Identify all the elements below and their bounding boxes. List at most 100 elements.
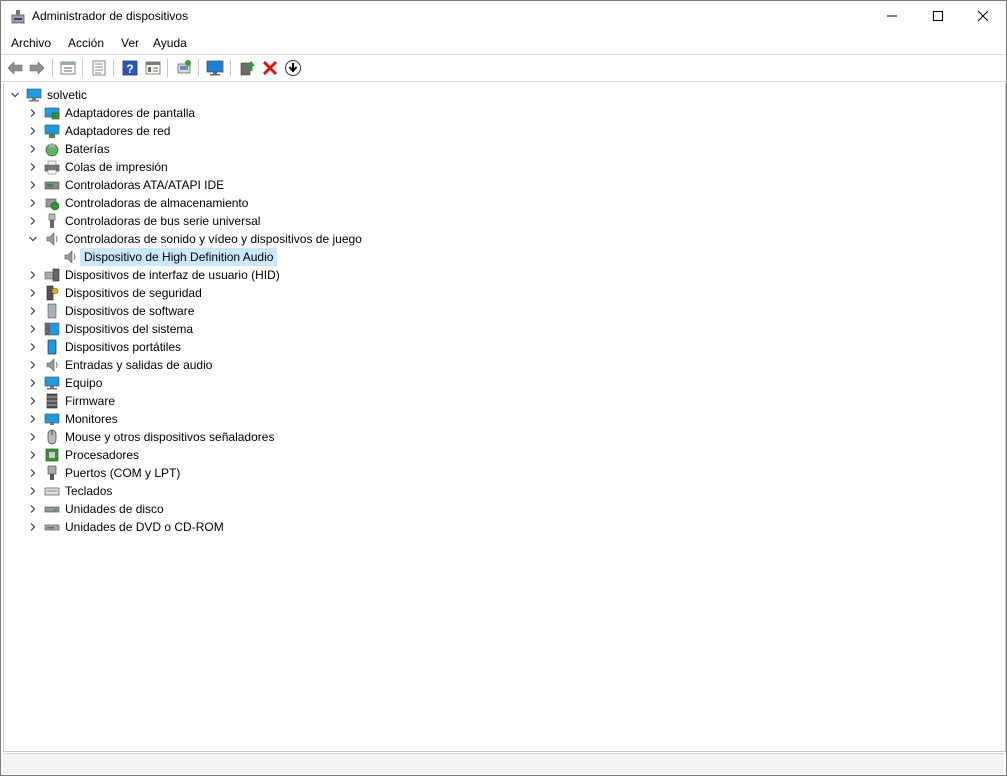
toolbar-separator bbox=[167, 59, 168, 77]
chevron-down-icon[interactable] bbox=[28, 234, 38, 244]
toolbar-separator bbox=[82, 59, 83, 77]
chevron-right-icon[interactable] bbox=[28, 504, 38, 514]
chevron-right-icon[interactable] bbox=[28, 144, 38, 154]
tree-node-label: Controladoras de almacenamiento bbox=[65, 196, 249, 210]
title-bar[interactable]: Administrador de dispositivos bbox=[1, 1, 1006, 31]
menu-ayuda[interactable]: Ayuda bbox=[153, 36, 187, 50]
processor-icon bbox=[45, 448, 59, 462]
device-tree[interactable]: solvetic Adaptadores de pantalla Adaptador… bbox=[3, 83, 1006, 752]
back-arrow-icon[interactable] bbox=[6, 59, 24, 77]
tree-node-label: Unidades de disco bbox=[65, 502, 164, 516]
properties-view-icon[interactable] bbox=[59, 59, 77, 77]
dvd-drive-icon bbox=[44, 524, 60, 531]
portable-device-icon bbox=[47, 339, 57, 355]
battery-icon bbox=[45, 143, 59, 157]
tree-node-label: Baterías bbox=[65, 142, 110, 156]
chevron-right-icon[interactable] bbox=[28, 360, 38, 370]
display-adapter-icon bbox=[44, 107, 60, 120]
toolbar-separator bbox=[198, 59, 199, 77]
chevron-right-icon[interactable] bbox=[28, 396, 38, 406]
system-device-icon bbox=[44, 322, 60, 336]
update-driver-icon[interactable] bbox=[238, 59, 256, 77]
toolbar: ? bbox=[1, 54, 1006, 82]
tree-node-label: Controladoras de bus serie universal bbox=[65, 214, 261, 228]
chevron-right-icon[interactable] bbox=[28, 468, 38, 478]
ide-controller-icon bbox=[44, 181, 60, 190]
chevron-right-icon[interactable] bbox=[28, 288, 38, 298]
chevron-right-icon[interactable] bbox=[28, 342, 38, 352]
printer-icon bbox=[44, 160, 60, 175]
speaker-icon bbox=[46, 358, 58, 372]
chevron-right-icon[interactable] bbox=[28, 486, 38, 496]
help-icon[interactable]: ? bbox=[121, 59, 139, 77]
computer-icon bbox=[26, 88, 42, 102]
software-device-icon bbox=[47, 303, 57, 319]
maximize-button[interactable] bbox=[915, 1, 961, 31]
chevron-right-icon[interactable] bbox=[28, 126, 38, 136]
status-bar bbox=[3, 753, 1004, 774]
forward-arrow-icon[interactable] bbox=[28, 59, 46, 77]
tree-node-label: Procesadores bbox=[65, 448, 140, 462]
network-adapter-icon bbox=[44, 124, 60, 138]
menu-ver[interactable]: Ver bbox=[121, 36, 139, 50]
tree-node-label: Adaptadores de red bbox=[65, 124, 171, 138]
tree-node-label: Dispositivos de interfaz de usuario (HID… bbox=[65, 268, 280, 282]
menu-accion[interactable]: Acción bbox=[68, 36, 104, 50]
scan-hardware-icon[interactable] bbox=[175, 59, 193, 77]
minimize-button[interactable] bbox=[869, 1, 915, 31]
chevron-right-icon[interactable] bbox=[28, 108, 38, 118]
chevron-right-icon[interactable] bbox=[28, 216, 38, 226]
uninstall-x-icon[interactable] bbox=[261, 59, 279, 77]
device-manager-app-icon bbox=[11, 10, 25, 24]
chevron-right-icon[interactable] bbox=[28, 306, 38, 316]
chevron-right-icon[interactable] bbox=[28, 450, 38, 460]
close-button[interactable] bbox=[960, 1, 1006, 31]
keyboard-icon bbox=[44, 487, 60, 496]
speaker-icon bbox=[64, 250, 76, 264]
computer-icon bbox=[44, 376, 60, 390]
device-manager-window: Administrador de dispositivos Archivo Ac… bbox=[0, 0, 1007, 776]
chevron-right-icon[interactable] bbox=[28, 180, 38, 190]
list-view-icon[interactable] bbox=[90, 59, 108, 77]
chevron-right-icon[interactable] bbox=[28, 162, 38, 172]
mouse-icon bbox=[47, 429, 57, 445]
chevron-down-icon[interactable] bbox=[10, 90, 20, 100]
chevron-right-icon[interactable] bbox=[28, 378, 38, 388]
monitor-icon bbox=[44, 413, 60, 425]
close-icon bbox=[977, 10, 989, 22]
menu-archivo[interactable]: Archivo bbox=[11, 36, 51, 50]
port-icon bbox=[47, 465, 57, 480]
tree-node-label: Firmware bbox=[65, 394, 115, 408]
chevron-right-icon[interactable] bbox=[28, 432, 38, 442]
tree-node-label: Dispositivos de software bbox=[65, 304, 195, 318]
tree-node-label: Adaptadores de pantalla bbox=[65, 106, 196, 120]
minimize-icon bbox=[887, 15, 897, 17]
security-key-icon bbox=[46, 285, 59, 301]
storage-controller-icon bbox=[45, 198, 60, 211]
firmware-icon bbox=[46, 393, 58, 409]
download-circle-icon[interactable] bbox=[284, 59, 302, 77]
tree-node-label: Dispositivos de seguridad bbox=[65, 286, 202, 300]
tree-node-label: Entradas y salidas de audio bbox=[65, 358, 213, 372]
svg-text:?: ? bbox=[126, 62, 133, 76]
chevron-right-icon[interactable] bbox=[28, 198, 38, 208]
chevron-right-icon[interactable] bbox=[28, 324, 38, 334]
tree-node-label: Dispositivos portátiles bbox=[65, 340, 182, 354]
computer-monitor-icon[interactable] bbox=[206, 59, 224, 77]
chevron-right-icon[interactable] bbox=[28, 414, 38, 424]
tree-view-icon[interactable] bbox=[144, 59, 162, 77]
disk-drive-icon bbox=[44, 506, 60, 513]
tree-node-label: solvetic bbox=[47, 88, 88, 102]
usb-icon bbox=[48, 213, 56, 228]
hid-icon bbox=[44, 268, 60, 282]
tree-node-label: Controladoras de sonido y vídeo y dispos… bbox=[65, 232, 362, 246]
tree-node-label: Colas de impresión bbox=[65, 160, 168, 174]
maximize-icon bbox=[933, 11, 943, 21]
chevron-right-icon[interactable] bbox=[28, 522, 38, 532]
tree-node-label: Unidades de DVD o CD-ROM bbox=[65, 520, 224, 534]
tree-node-label: Teclados bbox=[65, 484, 113, 498]
toolbar-separator bbox=[230, 59, 231, 77]
chevron-right-icon[interactable] bbox=[28, 270, 38, 280]
menu-bar: Archivo Acción Ver Ayuda bbox=[1, 32, 1006, 54]
tree-node-label: Monitores bbox=[65, 412, 118, 426]
